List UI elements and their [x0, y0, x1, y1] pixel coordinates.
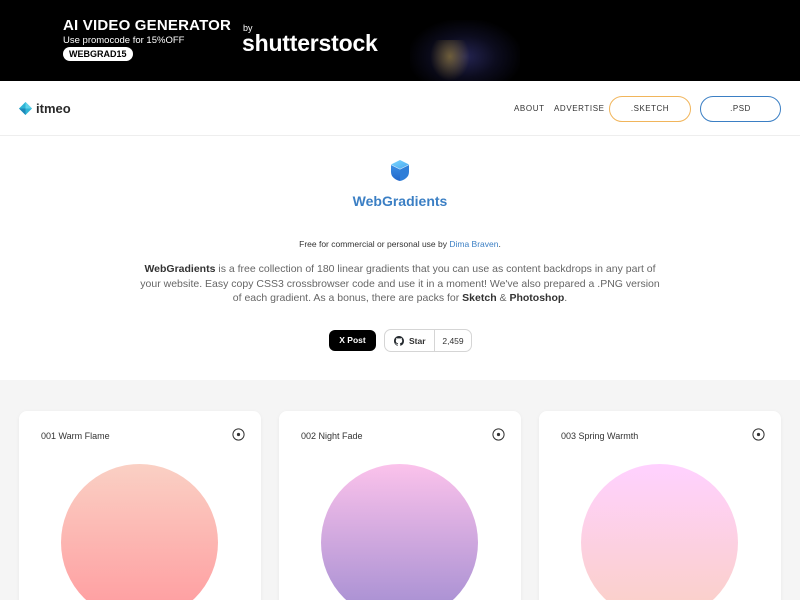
webgradients-cube-icon: [391, 160, 409, 181]
nav-about-link[interactable]: ABOUT: [514, 104, 545, 113]
page-title: WebGradients: [352, 193, 448, 209]
github-icon: [394, 335, 404, 346]
ad-promo-code: WEBGRAD15: [63, 47, 133, 61]
gradient-name: 002 Night Fade: [301, 431, 363, 441]
sketch-download-button[interactable]: .SKETCH: [609, 96, 691, 122]
gradient-swatch[interactable]: [581, 464, 738, 600]
gradient-card[interactable]: 003 Spring Warmth: [539, 411, 781, 600]
shutterstock-logo[interactable]: shutterstock: [242, 30, 378, 57]
license-line: Free for commercial or personal use by D…: [0, 239, 800, 249]
gradient-swatch[interactable]: [61, 464, 218, 600]
gradient-card[interactable]: 001 Warm Flame: [19, 411, 261, 600]
banner-background-highlight: [430, 40, 470, 81]
site-description: WebGradients is a free collection of 180…: [140, 262, 660, 306]
ad-banner[interactable]: AI VIDEO GENERATOR Use promocode for 15%…: [0, 0, 800, 81]
desc-body: is a free collection of 180 linear gradi…: [140, 263, 660, 304]
ad-promo-text: Use promocode for 15%OFF: [63, 35, 185, 46]
itmeo-logo[interactable]: itmeo: [19, 101, 71, 116]
star-count[interactable]: 2,459: [435, 336, 471, 346]
site-header: itmeo ABOUT ADVERTISE .SKETCH .PSD: [0, 81, 800, 136]
desc-brand: WebGradients: [144, 263, 216, 275]
desc-amp: &: [496, 292, 510, 304]
desc-end: .: [564, 292, 568, 304]
nav-advertise-link[interactable]: ADVERTISE: [554, 104, 605, 113]
add-circle-icon[interactable]: [232, 428, 245, 441]
license-end: .: [498, 239, 501, 249]
license-text: Free for commercial or personal use by: [299, 239, 450, 249]
star-label: Star: [409, 335, 426, 346]
add-circle-icon[interactable]: [492, 428, 505, 441]
github-star-button[interactable]: Star 2,459: [384, 329, 472, 352]
diamond-logo-icon: [19, 102, 32, 115]
gradient-card[interactable]: 002 Night Fade: [279, 411, 521, 600]
gradient-name: 001 Warm Flame: [41, 431, 110, 441]
x-post-button[interactable]: X Post: [329, 330, 376, 351]
desc-photoshop: Photoshop: [509, 292, 565, 304]
gradient-swatch[interactable]: [321, 464, 478, 600]
logo-text: itmeo: [36, 101, 71, 116]
ad-title: AI VIDEO GENERATOR: [63, 17, 232, 34]
psd-download-button[interactable]: .PSD: [700, 96, 781, 122]
gradient-name: 003 Spring Warmth: [561, 431, 639, 441]
github-star-part[interactable]: Star: [385, 330, 435, 351]
add-circle-icon[interactable]: [752, 428, 765, 441]
author-link[interactable]: Dima Braven: [449, 239, 498, 249]
desc-sketch: Sketch: [462, 292, 497, 304]
